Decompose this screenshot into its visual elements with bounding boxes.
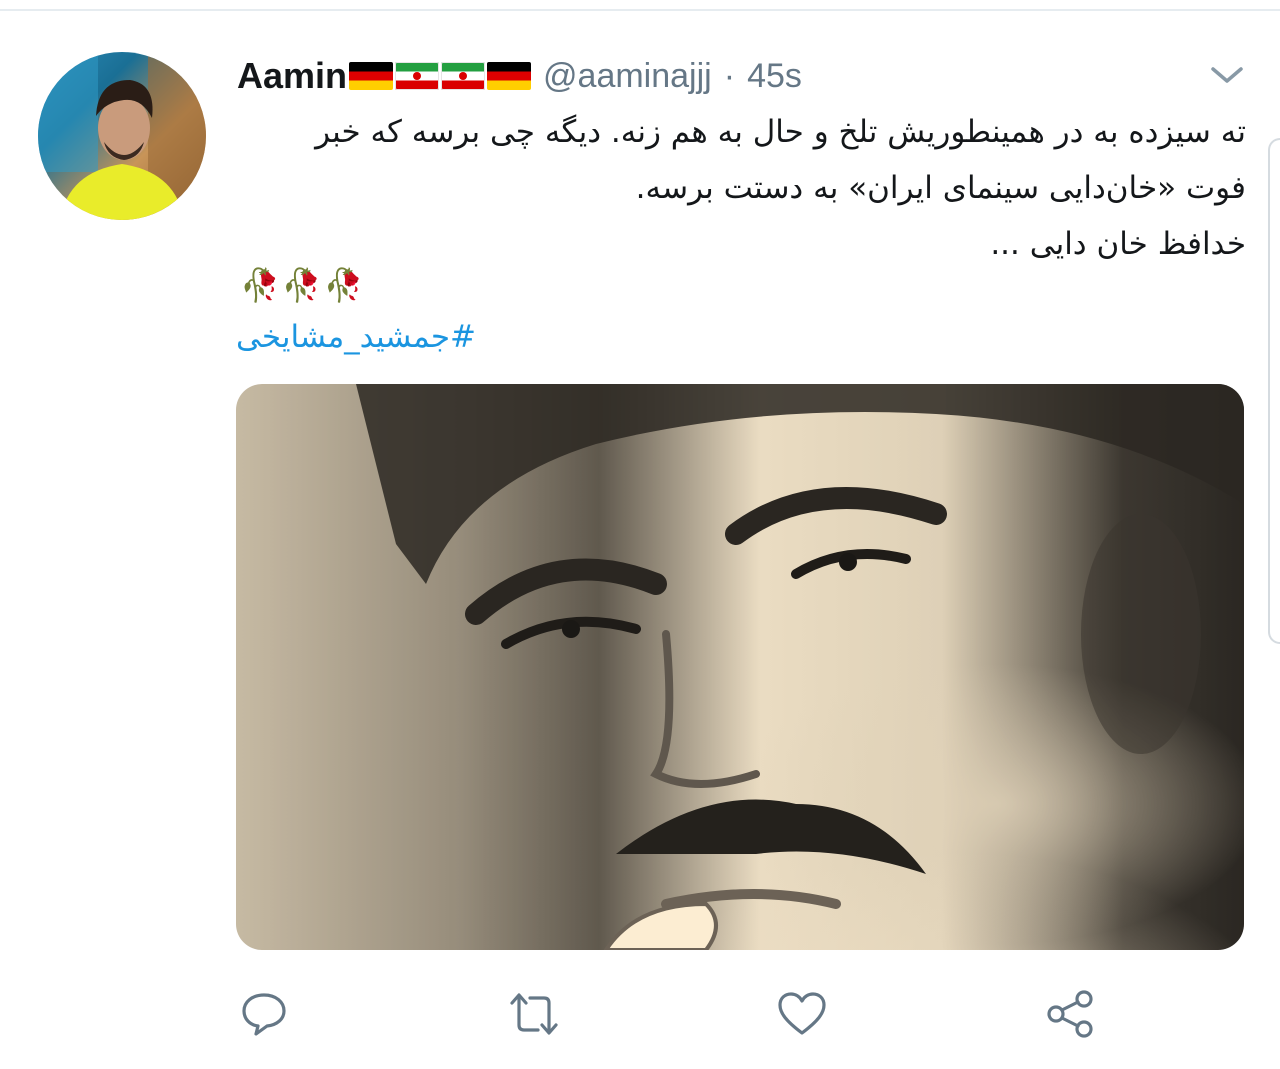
display-name[interactable]: Aamin	[237, 55, 347, 97]
tweet-actions	[0, 980, 1280, 1050]
chevron-down-icon[interactable]	[1208, 60, 1246, 90]
separator-dot: ·	[723, 56, 736, 95]
avatar[interactable]	[38, 52, 206, 220]
flag-emojis	[349, 62, 532, 90]
wilted-rose-emojis: 🥀🥀🥀	[240, 266, 366, 304]
tweet-text-line: ته سیزده به در همینطوریش تلخ و حال به هم…	[315, 114, 1246, 150]
hashtag-link[interactable]: #جمشید_مشایخی	[236, 314, 476, 360]
share-button[interactable]	[1042, 986, 1098, 1042]
heart-icon	[778, 992, 826, 1035]
share-icon	[1047, 990, 1093, 1038]
handle[interactable]: @aaminajjj	[543, 57, 712, 96]
portrait-photo	[356, 384, 1244, 950]
tweet-photo[interactable]	[236, 384, 1244, 950]
retweet-button[interactable]	[506, 986, 562, 1042]
tweet-header: Aamin @aaminajjj · 45s	[237, 54, 802, 98]
flag-germany-icon	[487, 62, 532, 90]
retweet-icon	[510, 993, 558, 1035]
reply-button[interactable]	[236, 986, 292, 1042]
avatar-portrait	[38, 52, 206, 220]
flag-iran-icon	[395, 62, 440, 90]
reply-icon	[242, 993, 286, 1036]
timestamp[interactable]: 45s	[747, 57, 802, 96]
flag-germany-icon	[349, 62, 394, 90]
tweet-text-line: فوت «خان‌دایی سینمای ایران» به دستت برسه…	[635, 170, 1246, 206]
like-button[interactable]	[774, 986, 830, 1042]
top-divider	[0, 9, 1280, 11]
tweet-text: ته سیزده به در همینطوریش تلخ و حال به هم…	[232, 104, 1246, 272]
tweet-text-line: خدافظ خان دایی ...	[990, 226, 1246, 262]
scroll-edge	[1268, 138, 1280, 644]
flag-iran-icon	[441, 62, 486, 90]
